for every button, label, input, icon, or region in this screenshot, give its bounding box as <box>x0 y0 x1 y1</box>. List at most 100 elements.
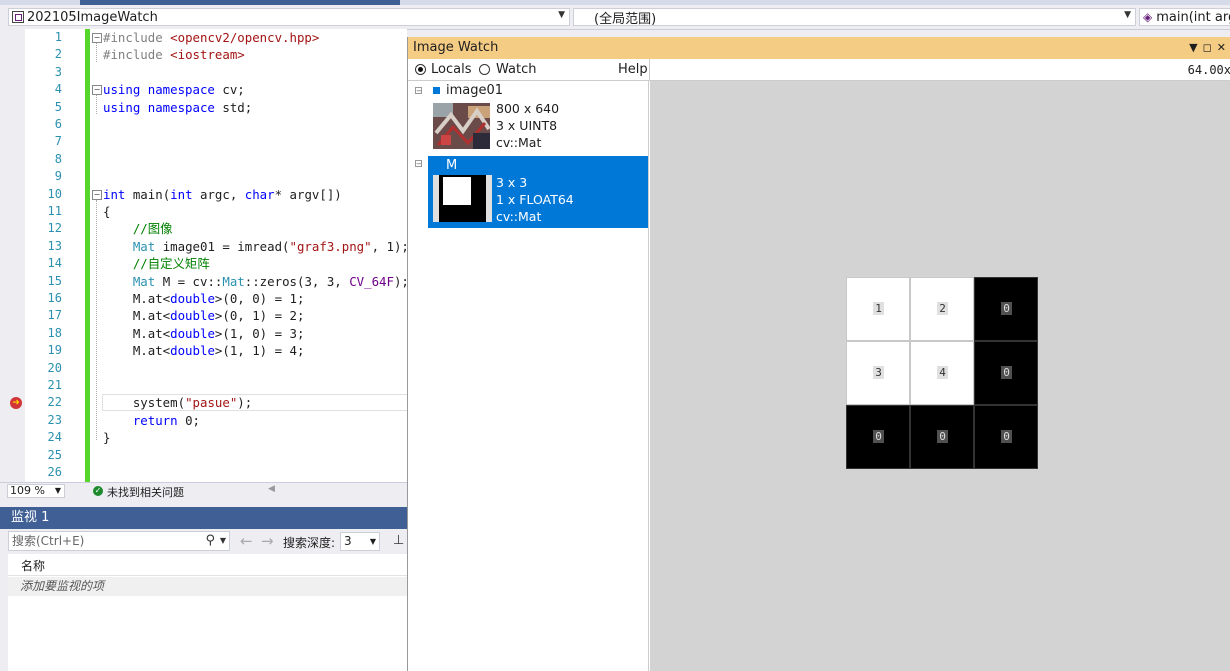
back-arrow-icon[interactable]: ← <box>240 532 253 550</box>
image-watch-title: Image Watch <box>413 40 499 55</box>
close-icon[interactable]: ✕ <box>1217 41 1230 54</box>
pixel-value: 2 <box>937 302 948 315</box>
function-dropdown[interactable]: ◈ main(int argc <box>1139 8 1230 26</box>
project-dropdown[interactable]: 202105ImageWatch ▼ <box>8 8 570 26</box>
editor-status-bar: 109 % ▼ ✓ 未找到相关问题 ◀ <box>0 482 407 500</box>
line-number: 2 <box>54 47 62 62</box>
code-line-23: return 0; <box>132 412 200 428</box>
line-number: 13 <box>47 238 62 253</box>
pixel-cell[interactable]: 3 <box>846 341 910 405</box>
code-line-12: //图像 <box>132 221 173 237</box>
project-name: 202105ImageWatch <box>27 9 158 25</box>
watch-panel-title[interactable]: 监视 1 <box>0 507 407 529</box>
pixel-cell[interactable]: 0 <box>974 341 1038 405</box>
code-line-19: M.at<double>(1, 1) = 4; <box>103 343 305 359</box>
image-viewer[interactable]: 1 2 0 3 4 0 0 0 0 <box>650 81 1230 671</box>
code-line-16: M.at<double>(0, 0) = 1; <box>103 291 305 306</box>
image-watch-title-bar[interactable]: Image Watch ▼◻✕ <box>408 37 1230 59</box>
window-menu-icon[interactable]: ▼ <box>1189 41 1202 54</box>
line-number: 14 <box>47 256 62 271</box>
image-list-item[interactable]: image01 800 x 640 3 x UINT8 cv::Mat <box>428 81 648 153</box>
code-line-24: } <box>103 430 111 446</box>
image-name: M <box>446 158 458 173</box>
scope-name: (全局范围) <box>594 11 657 26</box>
current-statement-arrow-icon: ➔ <box>10 397 22 409</box>
line-number: 10 <box>47 186 62 201</box>
scroll-left-icon[interactable]: ◀ <box>268 484 275 494</box>
pixel-value: 1 <box>873 302 884 315</box>
search-icon[interactable]: ⚲ <box>205 532 215 550</box>
pin-icon[interactable]: ⊥ <box>393 533 404 548</box>
fold-toggle[interactable]: − <box>92 33 102 43</box>
line-number: 8 <box>54 151 62 166</box>
locals-radio[interactable] <box>415 64 426 75</box>
search-placeholder: 搜索(Ctrl+E) <box>12 534 85 548</box>
breakpoint-gutter[interactable] <box>7 29 25 482</box>
line-number: 26 <box>47 465 62 479</box>
forward-arrow-icon[interactable]: → <box>261 532 274 550</box>
watch-label[interactable]: Watch <box>496 62 536 77</box>
maximize-icon[interactable]: ◻ <box>1203 41 1217 54</box>
line-number: 11 <box>47 204 62 218</box>
line-number: 25 <box>47 447 62 462</box>
image-list-item-selected[interactable]: M 3 x 3 1 x FLOAT64 cv::Mat <box>428 156 648 228</box>
pixel-cell[interactable]: 2 <box>910 277 974 341</box>
locals-label[interactable]: Locals <box>431 62 471 77</box>
watch-toolbar: 搜索(Ctrl+E) ⚲ ▼ ← → 搜索深度: 3 ▼ ⊥ <box>0 529 407 554</box>
collapse-toggle[interactable]: − <box>415 87 422 95</box>
line-number: 17 <box>47 308 62 323</box>
pixel-cell[interactable]: 0 <box>846 405 910 469</box>
pixel-value: 0 <box>1001 430 1012 443</box>
scope-dropdown[interactable]: (全局范围) ▼ <box>573 8 1136 26</box>
watch-grid: 名称 添加要监视的项 <box>8 554 407 671</box>
line-number: 5 <box>54 99 62 114</box>
image-watch-toolbar: Locals Watch Help 64.00x <box>408 59 1230 81</box>
chevron-down-icon[interactable]: ▼ <box>220 532 226 550</box>
line-number: 16 <box>47 291 62 305</box>
pixel-value: 0 <box>1001 366 1012 379</box>
watch-radio[interactable] <box>479 64 490 75</box>
pixel-value: 3 <box>873 366 884 379</box>
image-channels: 3 x UINT8 <box>496 118 558 133</box>
pixel-cell[interactable]: 0 <box>974 405 1038 469</box>
navigation-bar: 202105ImageWatch ▼ (全局范围) ▼ ◈ main(int a… <box>0 5 1230 30</box>
pixel-cell[interactable]: 0 <box>974 277 1038 341</box>
column-header-name[interactable]: 名称 <box>8 556 407 576</box>
line-number: 1 <box>54 30 62 44</box>
panel-splitter[interactable] <box>0 500 407 507</box>
line-number: 9 <box>54 169 62 184</box>
fold-toggle[interactable]: − <box>92 190 102 200</box>
image-size: 800 x 640 <box>496 101 560 116</box>
change-tracking-bar <box>85 29 90 482</box>
help-link[interactable]: Help <box>618 62 648 77</box>
line-number: 22 <box>47 395 62 410</box>
image-type-icon <box>433 87 440 94</box>
watch-search-input[interactable]: 搜索(Ctrl+E) ⚲ ▼ <box>8 531 230 551</box>
chevron-down-icon: ▼ <box>369 537 376 546</box>
add-watch-item-row[interactable]: 添加要监视的项 <box>8 577 407 596</box>
code-line-18: M.at<double>(1, 0) = 3; <box>103 325 305 341</box>
line-number: 6 <box>54 117 62 131</box>
pixel-cell[interactable]: 0 <box>910 405 974 469</box>
search-depth-dropdown[interactable]: 3 ▼ <box>340 532 380 551</box>
code-line-1: #include <opencv2/opencv.hpp> <box>103 30 320 45</box>
code-line-14: //自定义矩阵 <box>132 256 210 272</box>
code-line-15: Mat M = cv::Mat::zeros(3, 3, CV_64F); <box>132 273 409 289</box>
line-number: 4 <box>54 82 62 97</box>
pixel-cell[interactable]: 4 <box>910 341 974 405</box>
fold-toggle[interactable]: − <box>92 85 102 95</box>
code-line-2: #include <iostream> <box>103 47 245 63</box>
zoom-dropdown[interactable]: 109 % ▼ <box>7 484 65 498</box>
function-icon: ◈ <box>1143 10 1153 24</box>
image-size: 3 x 3 <box>496 175 528 190</box>
issues-status[interactable]: 未找到相关问题 <box>107 484 184 500</box>
collapse-toggle[interactable]: − <box>415 160 422 168</box>
code-line-4: using namespace cv; <box>103 82 245 98</box>
chevron-down-icon: ▼ <box>1124 10 1131 20</box>
image-type: cv::Mat <box>496 209 542 224</box>
code-line-10: int main(int argc, char* argv[]) <box>103 186 342 202</box>
pixel-cell[interactable]: 1 <box>846 277 910 341</box>
pixel-value: 4 <box>937 366 948 379</box>
zoom-readout: 64.00x <box>1187 63 1230 77</box>
search-depth-label: 搜索深度: <box>283 536 336 550</box>
